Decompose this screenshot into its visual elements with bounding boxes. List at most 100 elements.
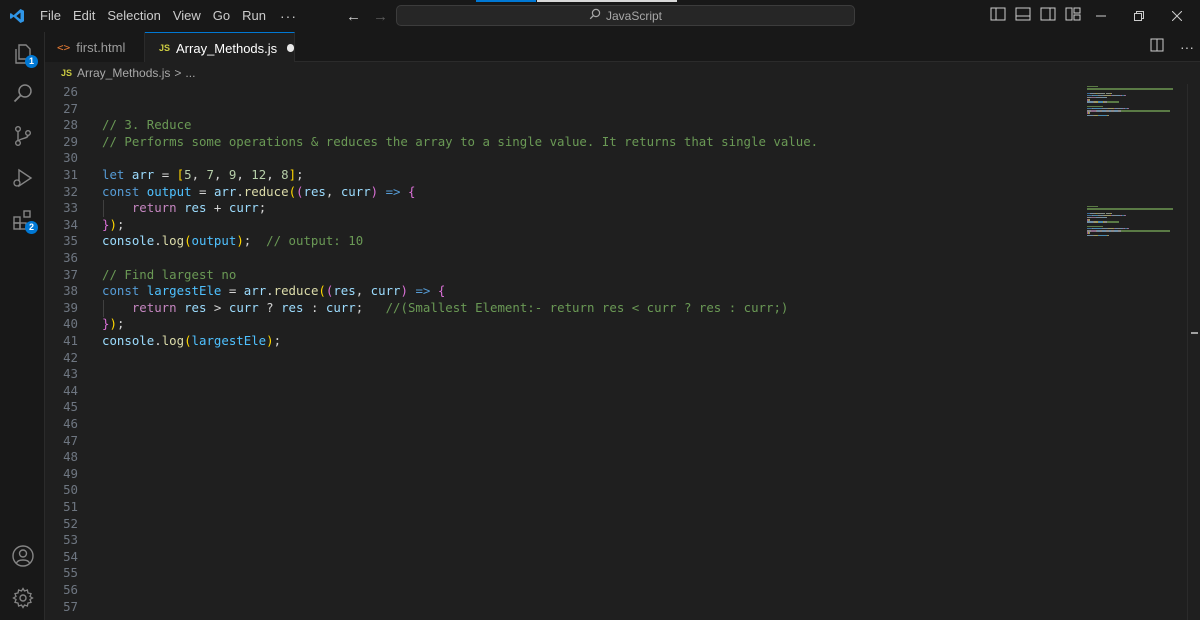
scroll-position-marker [1191,332,1198,334]
command-center-text: JavaScript [605,8,663,23]
menu-edit[interactable]: Edit [67,0,101,32]
menu-file[interactable]: File [34,0,67,32]
accounts-icon[interactable] [0,536,45,576]
code-line[interactable]: 29 // Performs some operations & reduces … [45,134,1085,151]
line-number: 42 [63,349,78,365]
breadcrumb-file[interactable]: Array_Methods.js [77,66,170,80]
menu-bar: File Edit Selection View Go Run ··· [34,0,305,32]
minimize-icon[interactable] [1082,0,1120,32]
code-line[interactable]: 31 let arr = [5, 7, 9, 12, 8]; [45,167,1085,184]
line-number: 46 [63,416,78,431]
source-control-icon[interactable] [0,116,45,156]
code-line[interactable]: 30 [45,150,1085,167]
code-line[interactable]: 43 [45,366,1085,383]
menu-selection[interactable]: Selection [101,0,166,32]
close-icon[interactable] [1158,0,1196,32]
code-editor[interactable]: 26 27 28 // 3. Reduce 29 // Performs some ope… [45,84,1187,620]
menu-go[interactable]: Go [207,0,236,32]
code-line[interactable]: 56 [45,582,1085,599]
minimap-token [1087,225,1104,228]
editor-tabs: <> first.html JS Array_Methods.js ··· [45,32,1200,63]
minimap-token [1087,88,1174,90]
code-line[interactable]: 50 [45,482,1085,499]
code-line[interactable]: 47 [45,433,1085,450]
toggle-secondary-sidebar-icon[interactable] [1040,7,1056,26]
minimap-token [1089,112,1090,114]
line-number: 54 [63,548,78,564]
code-line[interactable]: 32 const output = arr.reduce((res, curr) … [45,184,1085,201]
code-line[interactable]: 27 [45,101,1085,118]
menu-more-button[interactable]: ··· [272,8,305,24]
tab-first-html[interactable]: <> first.html [45,32,145,62]
toggle-panel-icon[interactable] [1015,7,1031,26]
code-line[interactable]: 55 [45,565,1085,582]
code-line[interactable]: 45 [45,399,1085,416]
code-line[interactable]: 26 [45,84,1085,101]
code-line[interactable]: 39 return res > curr ? res : curr; //(Sm… [45,300,1085,317]
layout-controls [990,0,1081,32]
line-number: 55 [63,565,78,581]
vertical-scrollbar[interactable] [1187,84,1200,620]
arrow-left-icon[interactable]: ← [346,8,361,25]
command-center-search[interactable]: JavaScript [396,5,855,26]
code-line[interactable]: 49 [45,466,1085,483]
code-text: console.log(output); // output: 10 [102,233,364,249]
minimap-token [1087,105,1104,108]
code-line[interactable]: 35 console.log(output); // output: 10 [45,233,1085,250]
restore-icon[interactable] [1120,0,1158,32]
minimap-token [1106,97,1107,99]
code-line[interactable]: 34}); [45,217,1085,234]
code-line[interactable]: 42 [45,350,1085,367]
arrow-right-icon[interactable]: → [373,8,388,25]
code-text: return res > curr ? res : curr; //(Small… [131,299,789,315]
run-debug-icon[interactable] [0,158,45,198]
menu-run[interactable]: Run [236,0,272,32]
explorer-icon[interactable]: 1 [0,34,45,74]
code-line[interactable]: 53 [45,532,1085,549]
minimap-token [1087,206,1098,208]
unsaved-dot-icon[interactable] [287,44,294,52]
breadcrumb-more[interactable]: ... [185,66,195,80]
line-number: 53 [63,532,78,548]
code-line[interactable]: 57 [45,599,1085,616]
code-line[interactable]: 37 // Find largest no [45,267,1085,284]
code-line[interactable]: 41 console.log(largestEle); [45,333,1085,350]
code-line[interactable]: 54 [45,549,1085,566]
extensions-icon[interactable]: 2 [0,200,45,240]
settings-gear-icon[interactable] [0,578,45,618]
search-view-icon[interactable] [0,74,45,114]
code-line[interactable]: 33 return res + curr; [45,200,1085,217]
code-line[interactable]: 28 // 3. Reduce [45,117,1085,134]
breadcrumb: JS Array_Methods.js > ... [45,62,1190,84]
search-icon [589,8,601,23]
code-line[interactable]: 36 [45,250,1085,267]
minimap-token [1124,214,1126,217]
code-line[interactable]: 48 [45,449,1085,466]
minimap-token [1098,234,1107,236]
minimap-token [1092,108,1102,110]
line-number: 33 [63,200,78,216]
menu-view[interactable]: View [167,0,207,32]
minimap-token [1111,92,1113,94]
toggle-primary-sidebar-icon[interactable] [990,7,1006,26]
split-editor-icon[interactable] [1150,38,1164,57]
customize-layout-icon[interactable] [1065,7,1081,26]
extensions-badge: 2 [25,221,38,234]
more-actions-icon[interactable]: ··· [1180,39,1194,55]
code-line[interactable]: 38 const largestEle = arr.reduce((res, cu… [45,283,1085,300]
code-line[interactable]: 46 [45,416,1085,433]
vscode-logo-icon [0,0,34,32]
line-number: 27 [63,100,78,116]
minimap-token [1128,228,1130,230]
minimap-token [1089,219,1090,221]
code-line[interactable]: 40}); [45,316,1085,333]
line-number: 43 [63,366,78,382]
line-number: 28 [63,117,78,133]
code-line[interactable]: 44 [45,383,1085,400]
code-line[interactable]: 51 [45,499,1085,516]
minimap[interactable] [1087,84,1187,620]
line-number: 39 [63,299,78,315]
tab-array-methods-js[interactable]: JS Array_Methods.js [145,32,295,63]
code-line[interactable]: 52 [45,516,1085,533]
code-text: }); [102,316,125,332]
